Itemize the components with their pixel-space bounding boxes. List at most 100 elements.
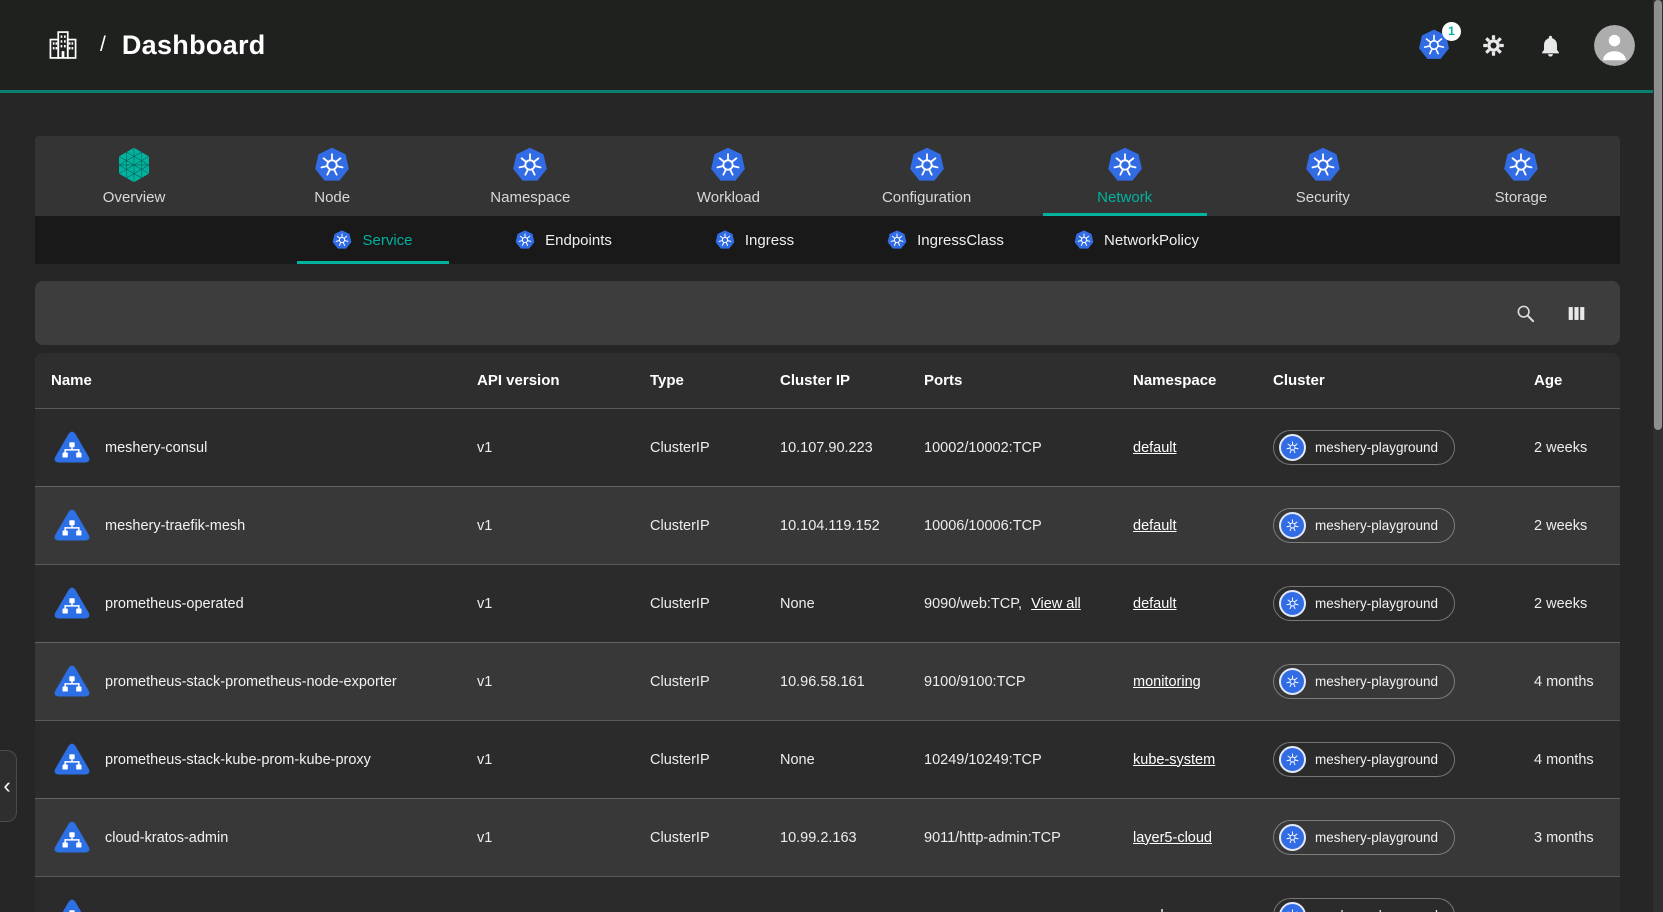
sub-tab-ingressclass[interactable]: IngressClass <box>850 216 1041 264</box>
name-cell: prometheus-stack-prometheus-node-exporte… <box>51 663 477 701</box>
header-actions: 1 <box>1418 25 1635 66</box>
gear-icon[interactable] <box>1480 32 1507 59</box>
service-name: meshery-traefik-mesh <box>105 518 245 534</box>
column-header: Cluster IP <box>780 372 924 389</box>
table-row[interactable]: prometheus-stack-kube-prom-kube-proxy v1… <box>35 720 1620 798</box>
nav-tab-label: Network <box>1097 189 1152 206</box>
cluster-ip-cell: None <box>780 752 924 768</box>
cluster-chip[interactable]: meshery-playground <box>1273 586 1455 621</box>
kubernetes-icon <box>332 230 352 250</box>
nav-tab-storage[interactable]: Storage <box>1422 136 1620 216</box>
ports-cell: 10249/10249:TCP <box>924 752 1133 768</box>
service-name: cloud-kratos-admin <box>105 830 228 846</box>
kubernetes-context-icon[interactable]: 1 <box>1418 29 1450 61</box>
age-cell: 2 weeks <box>1534 596 1620 612</box>
nav-tab-namespace[interactable]: Namespace <box>431 136 629 216</box>
kubernetes-icon <box>515 230 535 250</box>
cluster-cell: meshery-playground <box>1273 508 1534 543</box>
breadcrumb-separator: / <box>100 33 106 57</box>
type-cell: ClusterIP <box>650 674 780 690</box>
cluster-chip[interactable]: meshery-playground <box>1273 820 1455 855</box>
namespace-link[interactable]: layer5-cloud <box>1133 830 1212 846</box>
namespace-link[interactable]: monitoring <box>1133 674 1201 690</box>
column-header: Namespace <box>1133 372 1273 389</box>
nav-tab-overview[interactable]: Overview <box>35 136 233 216</box>
sidebar-expand-toggle[interactable]: ‹ <box>0 750 17 822</box>
sub-tab-label: IngressClass <box>917 232 1004 249</box>
cluster-cell: meshery-playground <box>1273 430 1534 465</box>
ports-cell: 9011/http-admin:TCP <box>924 830 1133 846</box>
age-cell: 2 weeks <box>1534 518 1620 534</box>
namespace-link[interactable]: default <box>1133 518 1177 534</box>
table-row[interactable]: meshery-consul v1 ClusterIP 10.107.90.22… <box>35 408 1620 486</box>
nav-tab-security[interactable]: Security <box>1224 136 1422 216</box>
nav-tab-label: Workload <box>697 189 760 206</box>
cluster-name: meshery-playground <box>1315 518 1438 533</box>
cluster-chip[interactable]: meshery-playground <box>1273 742 1455 777</box>
namespace-link[interactable]: default <box>1133 596 1177 612</box>
kubernetes-icon <box>512 147 548 183</box>
sub-tab-ingress[interactable]: Ingress <box>659 216 850 264</box>
namespace-cell: monitoring <box>1133 674 1273 690</box>
column-header: Type <box>650 372 780 389</box>
service-icon <box>51 507 93 545</box>
table-row[interactable]: meshery meshery-playground <box>35 876 1620 912</box>
service-icon <box>51 585 93 623</box>
nav-tab-node[interactable]: Node <box>233 136 431 216</box>
api-version-cell: v1 <box>477 518 650 534</box>
ports-value: 10006/10006:TCP <box>924 518 1042 534</box>
service-name: prometheus-stack-prometheus-node-exporte… <box>105 674 397 690</box>
cluster-ip-cell: 10.107.90.223 <box>780 440 924 456</box>
service-icon <box>51 429 93 467</box>
cluster-chip[interactable]: meshery-playground <box>1273 664 1455 699</box>
vertical-scrollbar <box>1653 0 1663 912</box>
type-cell: ClusterIP <box>650 830 780 846</box>
age-cell: 4 months <box>1534 674 1620 690</box>
view-all-link[interactable]: View all <box>1031 596 1081 612</box>
cluster-chip[interactable]: meshery-playground <box>1273 898 1455 912</box>
namespace-link[interactable]: default <box>1133 440 1177 456</box>
namespace-link[interactable]: kube-system <box>1133 752 1215 768</box>
bell-icon[interactable] <box>1537 32 1564 59</box>
kubernetes-icon <box>1279 512 1306 539</box>
building-icon[interactable] <box>46 27 80 63</box>
type-cell: ClusterIP <box>650 440 780 456</box>
avatar[interactable] <box>1594 25 1635 66</box>
cluster-cell: meshery-playground <box>1273 898 1534 912</box>
table-row[interactable]: cloud-kratos-admin v1 ClusterIP 10.99.2.… <box>35 798 1620 876</box>
table-row[interactable]: meshery-traefik-mesh v1 ClusterIP 10.104… <box>35 486 1620 564</box>
kubernetes-icon <box>1279 434 1306 461</box>
sub-tab-label: Endpoints <box>545 232 612 249</box>
cluster-cell: meshery-playground <box>1273 742 1534 777</box>
view-columns-icon[interactable] <box>1565 302 1588 325</box>
cluster-chip[interactable]: meshery-playground <box>1273 508 1455 543</box>
nav-tab-workload[interactable]: Workload <box>629 136 827 216</box>
nav-tab-configuration[interactable]: Configuration <box>828 136 1026 216</box>
cluster-cell: meshery-playground <box>1273 664 1534 699</box>
sub-tab-networkpolicy[interactable]: NetworkPolicy <box>1041 216 1232 264</box>
kubernetes-icon <box>909 147 945 183</box>
table-row[interactable]: prometheus-stack-prometheus-node-exporte… <box>35 642 1620 720</box>
nav-tab-network[interactable]: Network <box>1026 136 1224 216</box>
page-title: Dashboard <box>122 30 266 61</box>
namespace-cell: default <box>1133 596 1273 612</box>
table-body: meshery-consul v1 ClusterIP 10.107.90.22… <box>35 408 1620 912</box>
ports-value: 9090/web:TCP, <box>924 596 1022 612</box>
meshery-icon <box>116 147 152 183</box>
chevron-left-icon: ‹ <box>3 773 10 799</box>
sub-tab-endpoints[interactable]: Endpoints <box>468 216 659 264</box>
age-cell: 2 weeks <box>1534 440 1620 456</box>
table-row[interactable]: prometheus-operated v1 ClusterIP None 90… <box>35 564 1620 642</box>
cluster-chip[interactable]: meshery-playground <box>1273 430 1455 465</box>
sub-tab-service[interactable]: Service <box>277 216 468 264</box>
column-header: Name <box>51 372 477 389</box>
cluster-name: meshery-playground <box>1315 674 1438 689</box>
namespace-link[interactable]: meshery <box>1133 908 1189 912</box>
scrollbar-thumb[interactable] <box>1654 0 1662 430</box>
age-cell: 3 months <box>1534 830 1620 846</box>
ports-value: 9011/http-admin:TCP <box>924 830 1061 846</box>
namespace-cell: layer5-cloud <box>1133 830 1273 846</box>
service-name: meshery-consul <box>105 440 207 456</box>
table-header-row: NameAPI versionTypeCluster IPPortsNamesp… <box>35 353 1620 408</box>
search-icon[interactable] <box>1514 302 1537 325</box>
